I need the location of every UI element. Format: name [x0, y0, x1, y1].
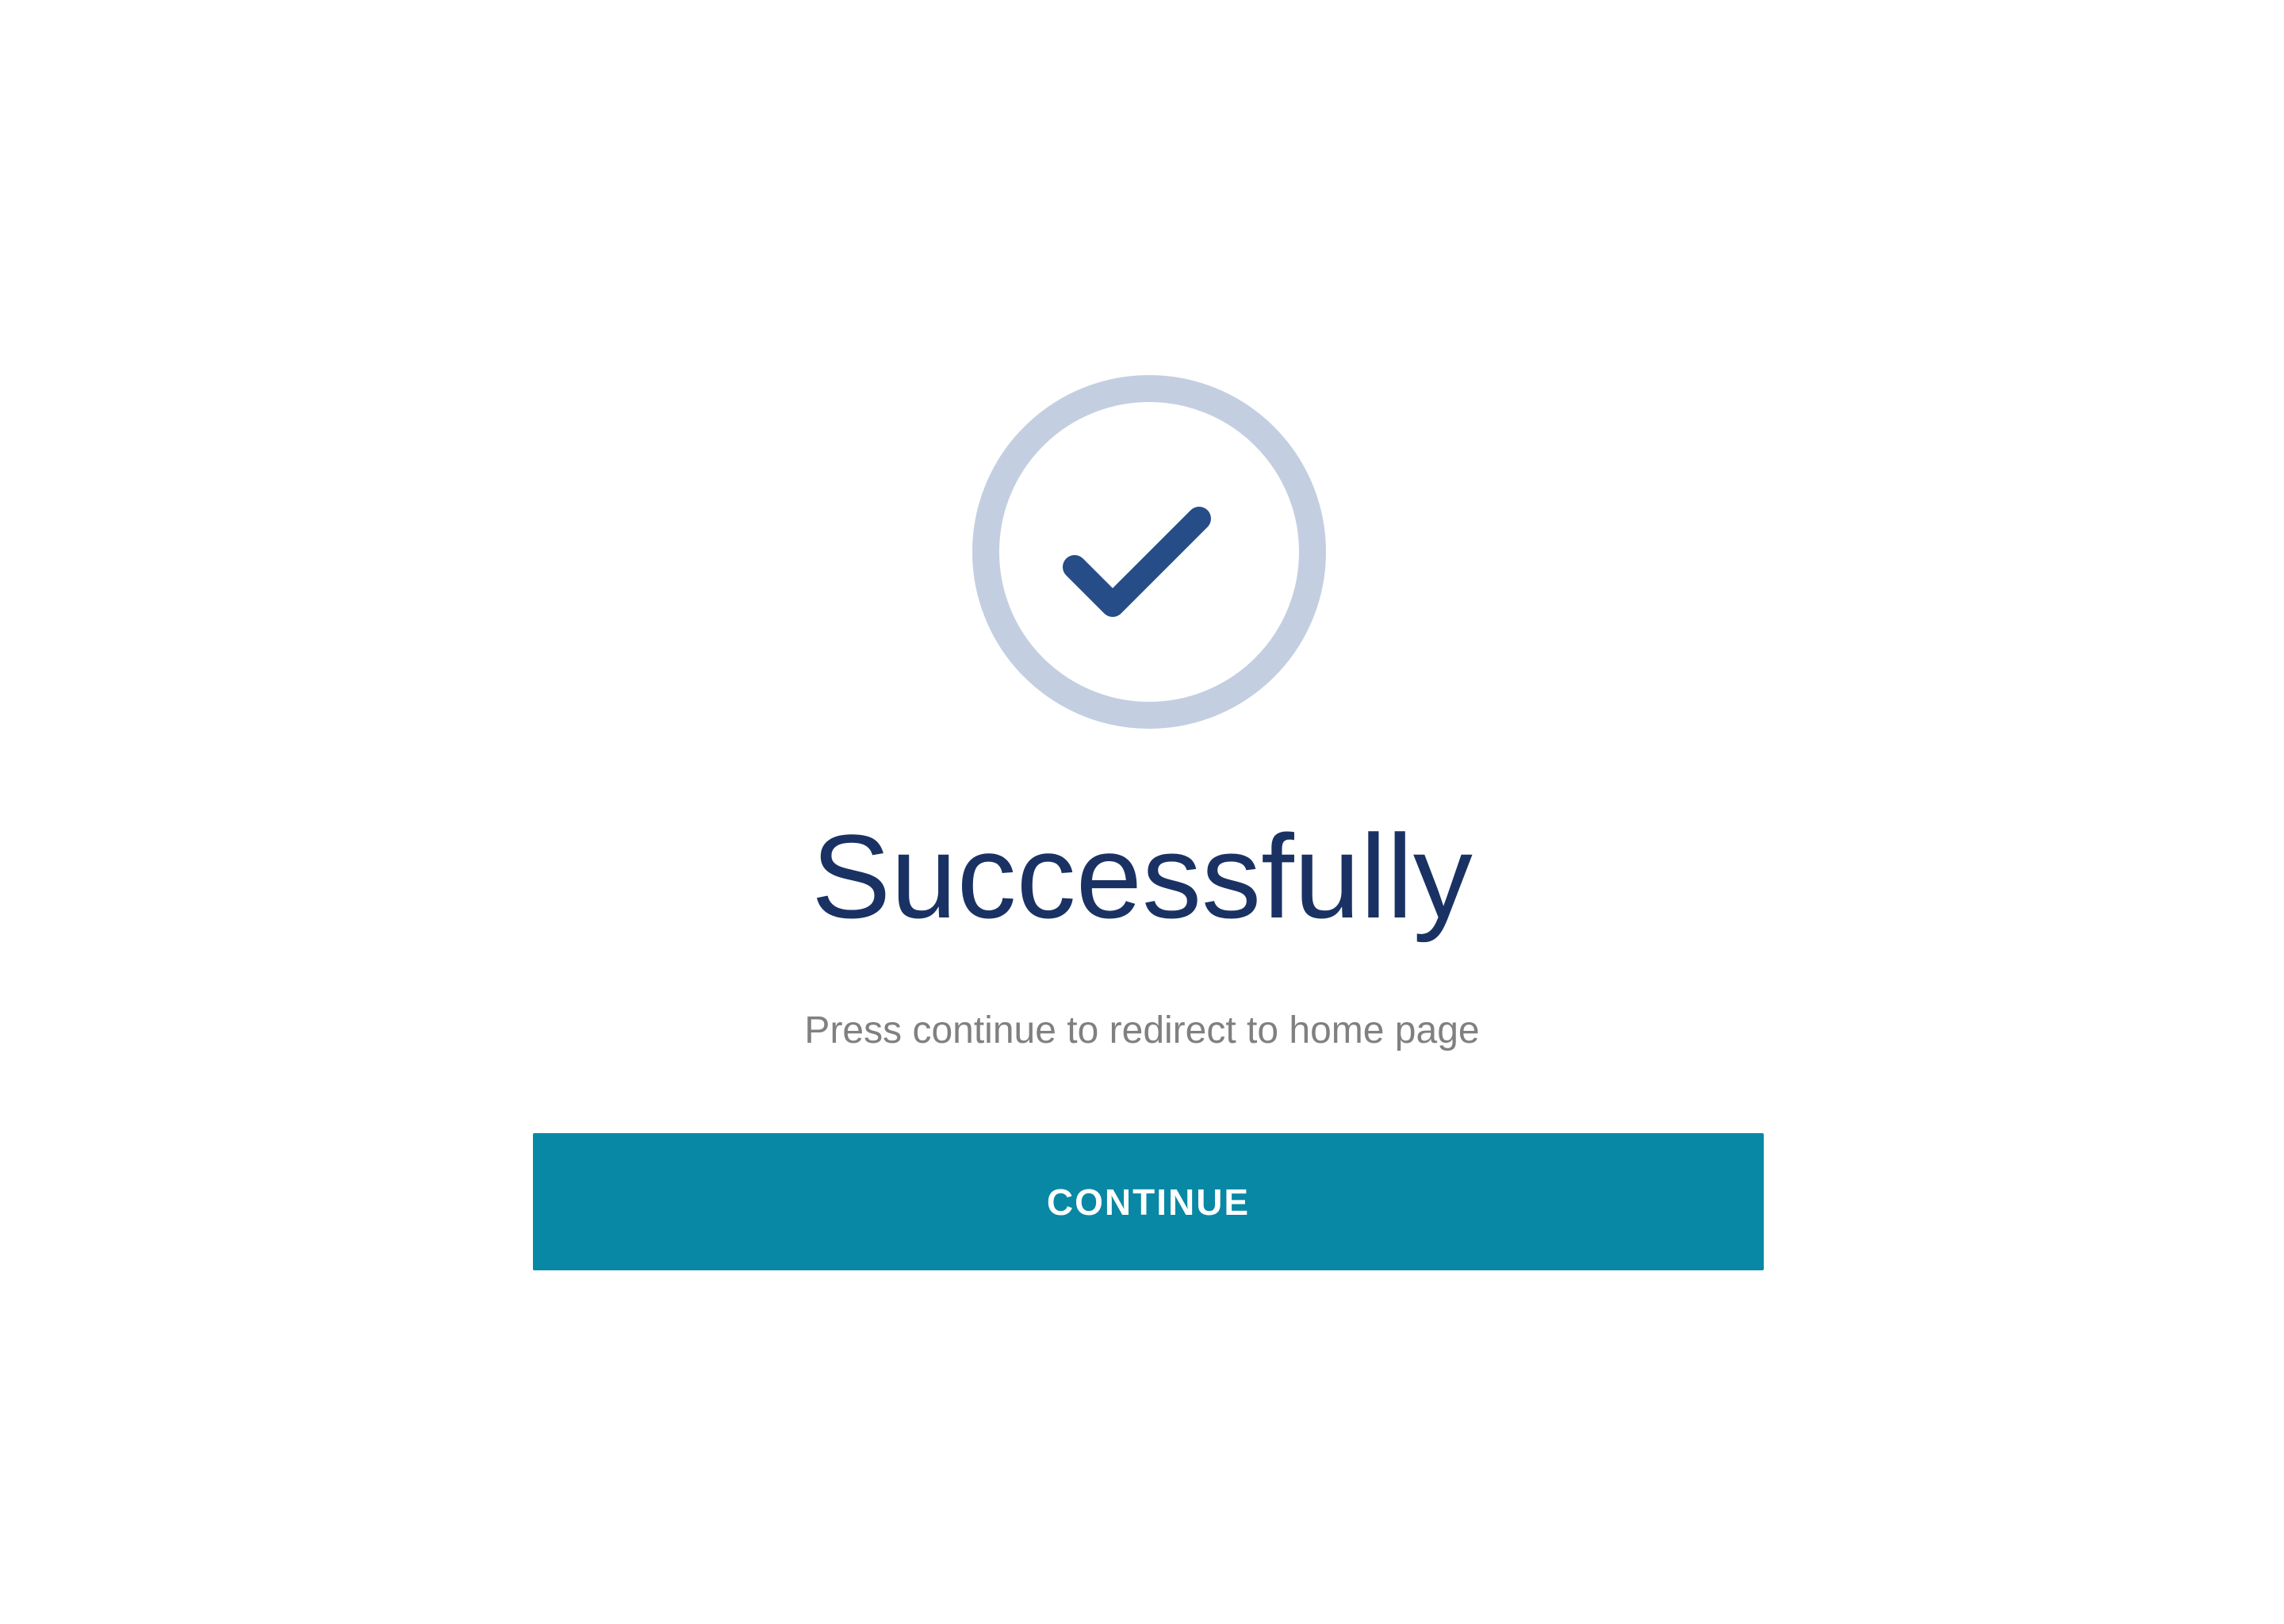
check-circle-icon: [972, 375, 1326, 729]
page-title: Successfully: [811, 810, 1473, 943]
redirect-message: Press continue to redirect to home page: [804, 1009, 1480, 1051]
success-page: Successfully Press continue to redirect …: [0, 0, 2284, 1624]
continue-button-label: CONTINUE: [1046, 1181, 1251, 1223]
continue-button[interactable]: CONTINUE: [533, 1133, 1764, 1270]
